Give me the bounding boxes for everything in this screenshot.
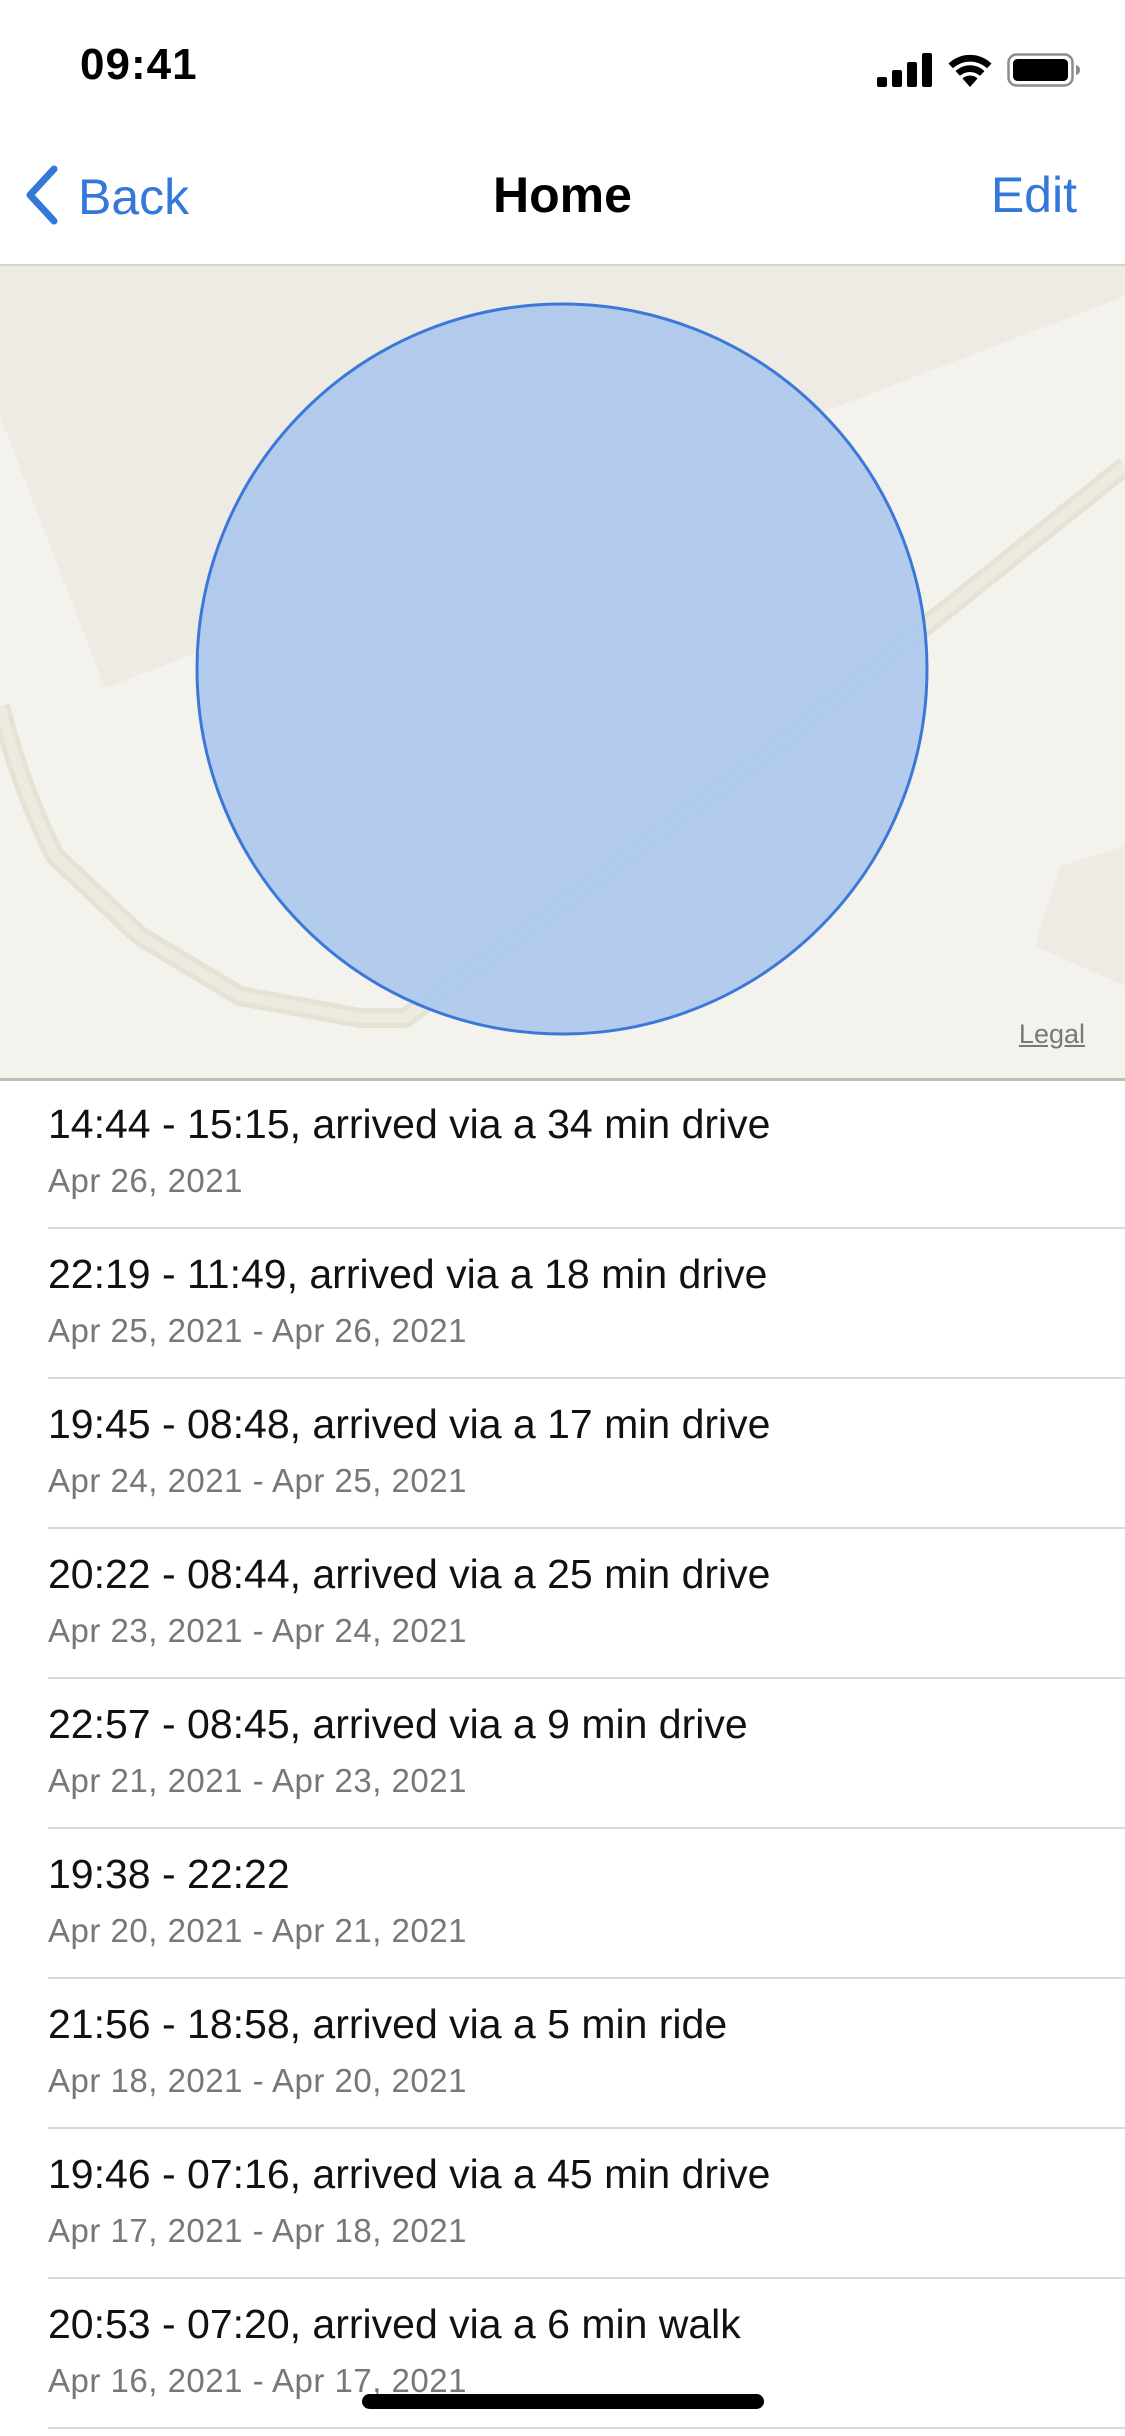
map-legal-link[interactable]: Legal (1019, 1019, 1085, 1050)
visit-date: Apr 17, 2021 - Apr 18, 2021 (48, 2212, 467, 2249)
page-title: Home (493, 167, 632, 223)
visit-date: Apr 20, 2021 - Apr 21, 2021 (48, 1912, 467, 1949)
significant-location-detail-screen: 09:41 Back Home Edit Legal 14:44 - 15:15… (0, 0, 1125, 2436)
visit-row[interactable]: 22:19 - 11:49, arrived via a 18 min driv… (0, 1229, 1125, 1379)
visit-time-range: 22:57 - 08:45, arrived via a 9 min drive (48, 1701, 748, 1747)
visit-date: Apr 25, 2021 - Apr 26, 2021 (48, 1312, 467, 1349)
visit-row[interactable]: 19:38 - 22:22 Apr 20, 2021 - Apr 21, 202… (0, 1829, 1125, 1979)
wifi-icon (947, 53, 993, 87)
location-map[interactable]: Legal (0, 264, 1125, 1081)
visit-row[interactable]: 19:46 - 07:16, arrived via a 45 min driv… (0, 2129, 1125, 2279)
cellular-signal-icon (877, 53, 933, 87)
visit-date: Apr 18, 2021 - Apr 20, 2021 (48, 2062, 467, 2099)
visit-row[interactable]: 21:56 - 18:58, arrived via a 5 min ride … (0, 1979, 1125, 2129)
visit-date: Apr 21, 2021 - Apr 23, 2021 (48, 1762, 467, 1799)
status-icons (877, 50, 1081, 90)
visit-time-range: 20:53 - 07:20, arrived via a 6 min walk (48, 2301, 741, 2347)
visit-row[interactable]: 19:45 - 08:48, arrived via a 17 min driv… (0, 1379, 1125, 1529)
visit-time-range: 21:56 - 18:58, arrived via a 5 min ride (48, 2001, 728, 2047)
visit-list: 14:44 - 15:15, arrived via a 34 min driv… (0, 1079, 1125, 2429)
visit-time-range: 19:45 - 08:48, arrived via a 17 min driv… (48, 1401, 771, 1447)
visit-time-range: 22:19 - 11:49, arrived via a 18 min driv… (48, 1251, 768, 1297)
status-time: 09:41 (80, 40, 198, 89)
visit-time-range: 19:38 - 22:22 (48, 1851, 290, 1897)
visit-row[interactable]: 14:44 - 15:15, arrived via a 34 min driv… (0, 1079, 1125, 1229)
edit-button[interactable]: Edit (991, 166, 1077, 224)
status-bar: 09:41 (0, 0, 1125, 132)
home-indicator[interactable] (362, 2394, 764, 2409)
visit-time-range: 14:44 - 15:15, arrived via a 34 min driv… (48, 1101, 771, 1147)
visit-date: Apr 24, 2021 - Apr 25, 2021 (48, 1462, 467, 1499)
visit-date: Apr 23, 2021 - Apr 24, 2021 (48, 1612, 467, 1649)
visit-row[interactable]: 22:57 - 08:45, arrived via a 9 min drive… (0, 1679, 1125, 1829)
map-parcel (1035, 846, 1125, 986)
visit-time-range: 20:22 - 08:44, arrived via a 25 min driv… (48, 1551, 771, 1597)
location-region-circle (195, 302, 929, 1036)
visit-date: Apr 26, 2021 (48, 1162, 243, 1199)
battery-icon (1007, 53, 1081, 87)
navigation-bar: Back Home Edit (0, 132, 1125, 264)
visit-row[interactable]: 20:22 - 08:44, arrived via a 25 min driv… (0, 1529, 1125, 1679)
visit-time-range: 19:46 - 07:16, arrived via a 45 min driv… (48, 2151, 771, 2197)
